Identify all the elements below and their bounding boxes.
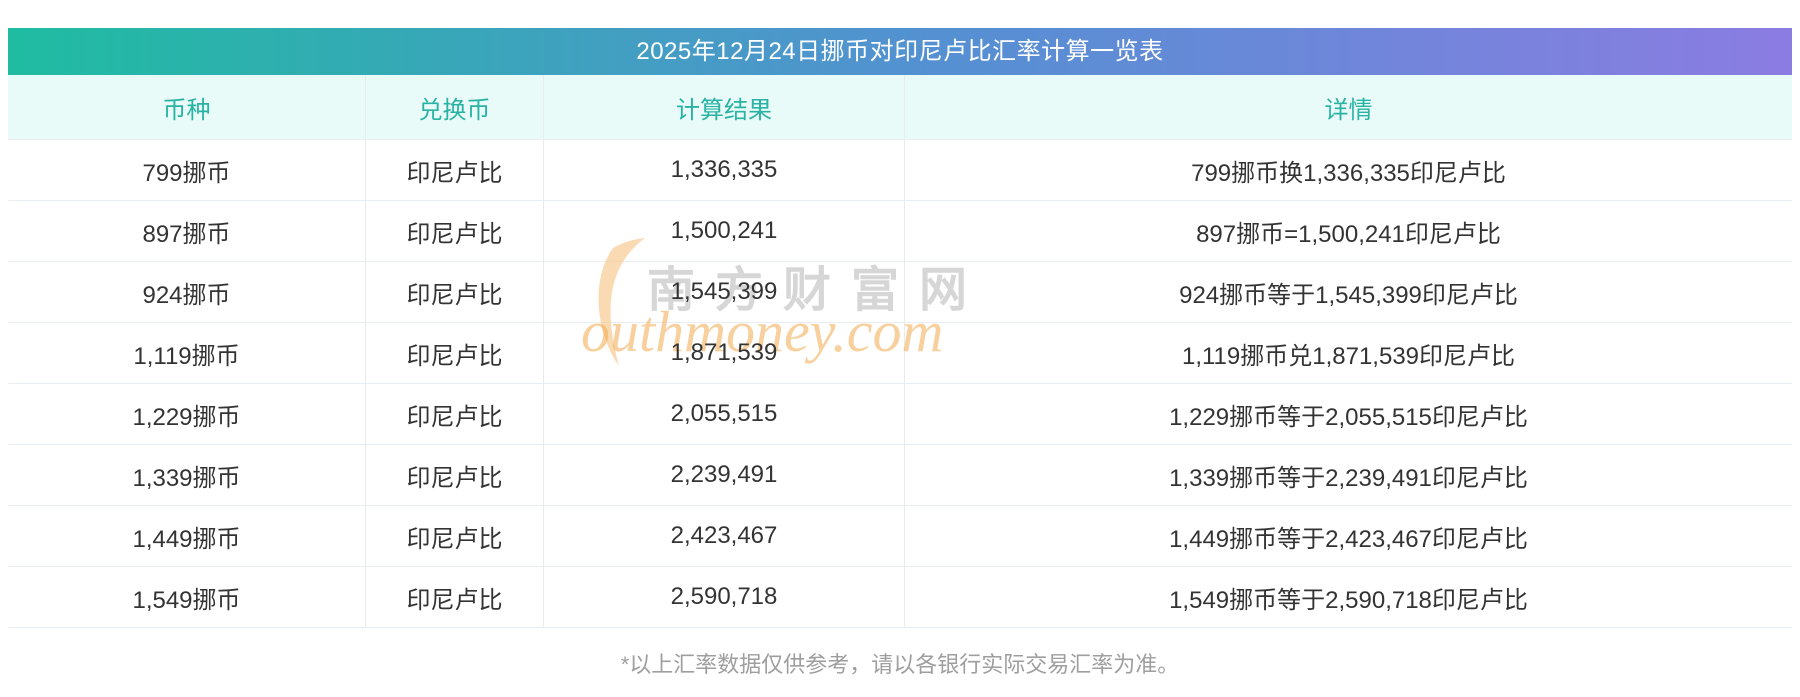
- cell-detail: 1,449挪币等于2,423,467印尼卢比: [1169, 525, 1528, 553]
- table-row: 1,449挪币 印尼卢比 2,423,467 1,449挪币等于2,423,46…: [8, 506, 1792, 567]
- column-header-currency: 币种: [8, 75, 366, 139]
- table-row: 1,229挪币 印尼卢比 2,055,515 1,229挪币等于2,055,51…: [8, 384, 1792, 445]
- cell-result: 2,239,491: [544, 445, 905, 505]
- cell-result: 1,871,539: [544, 323, 905, 383]
- cell-detail: 1,119挪币兑1,871,539印尼卢比: [1181, 342, 1516, 370]
- cell-currency: 924挪币: [8, 262, 366, 322]
- cell-detail: 897挪币=1,500,241印尼卢比: [1196, 220, 1501, 248]
- table-row: 1,119挪币 印尼卢比 1,871,539 1,119挪币兑1,871,539…: [8, 323, 1792, 384]
- exchange-rate-page: 2025年12月24日挪币对印尼卢比汇率计算一览表 币种 兑换币 计算结果 详情…: [8, 28, 1792, 679]
- cell-result: 2,590,718: [544, 567, 905, 627]
- cell-detail: 1,339挪币等于2,239,491印尼卢比: [1169, 464, 1528, 492]
- cell-detail: 1,229挪币等于2,055,515印尼卢比: [1169, 403, 1528, 431]
- cell-detail: 924挪币等于1,545,399印尼卢比: [1179, 281, 1518, 309]
- table-row: 897挪币 印尼卢比 1,500,241 897挪币=1,500,241印尼卢比: [8, 201, 1792, 262]
- cell-target-currency: 印尼卢比: [366, 201, 544, 261]
- table-row: 1,549挪币 印尼卢比 2,590,718 1,549挪币等于2,590,71…: [8, 567, 1792, 628]
- cell-currency: 1,449挪币: [8, 506, 366, 566]
- disclaimer-footnote: *以上汇率数据仅供参考，请以各银行实际交易汇率为准。: [620, 652, 1180, 677]
- cell-result: 2,423,467: [544, 506, 905, 566]
- cell-currency: 1,339挪币: [8, 445, 366, 505]
- table-row: 1,339挪币 印尼卢比 2,239,491 1,339挪币等于2,239,49…: [8, 445, 1792, 506]
- cell-result: 1,545,399: [544, 262, 905, 322]
- cell-target-currency: 印尼卢比: [366, 445, 544, 505]
- cell-currency: 897挪币: [8, 201, 366, 261]
- column-header-detail: 详情: [1324, 96, 1373, 124]
- cell-currency: 799挪币: [8, 140, 366, 200]
- cell-currency: 1,549挪币: [8, 567, 366, 627]
- cell-target-currency: 印尼卢比: [366, 506, 544, 566]
- cell-result: 2,055,515: [544, 384, 905, 444]
- table-body: 799挪币 印尼卢比 1,336,335 799挪币换1,336,335印尼卢比…: [8, 140, 1792, 628]
- cell-target-currency: 印尼卢比: [366, 262, 544, 322]
- cell-target-currency: 印尼卢比: [366, 140, 544, 200]
- table-title: 2025年12月24日挪币对印尼卢比汇率计算一览表: [636, 38, 1164, 65]
- cell-currency: 1,229挪币: [8, 384, 366, 444]
- exchange-rate-table: 币种 兑换币 计算结果 详情 799挪币 印尼卢比 1,336,335 799挪…: [8, 75, 1792, 628]
- table-header-row: 币种 兑换币 计算结果 详情: [8, 75, 1792, 140]
- cell-result: 1,500,241: [544, 201, 905, 261]
- cell-currency: 1,119挪币: [8, 323, 366, 383]
- cell-target-currency: 印尼卢比: [366, 323, 544, 383]
- table-row: 924挪币 印尼卢比 1,545,399 924挪币等于1,545,399印尼卢…: [8, 262, 1792, 323]
- column-header-result: 计算结果: [544, 75, 905, 139]
- cell-detail: 1,549挪币等于2,590,718印尼卢比: [1169, 586, 1528, 614]
- column-header-target-currency: 兑换币: [366, 75, 544, 139]
- cell-detail: 799挪币换1,336,335印尼卢比: [1191, 159, 1506, 187]
- table-row: 799挪币 印尼卢比 1,336,335 799挪币换1,336,335印尼卢比: [8, 140, 1792, 201]
- cell-result: 1,336,335: [544, 140, 905, 200]
- table-title-bar: 2025年12月24日挪币对印尼卢比汇率计算一览表: [8, 28, 1792, 75]
- cell-target-currency: 印尼卢比: [366, 384, 544, 444]
- cell-target-currency: 印尼卢比: [366, 567, 544, 627]
